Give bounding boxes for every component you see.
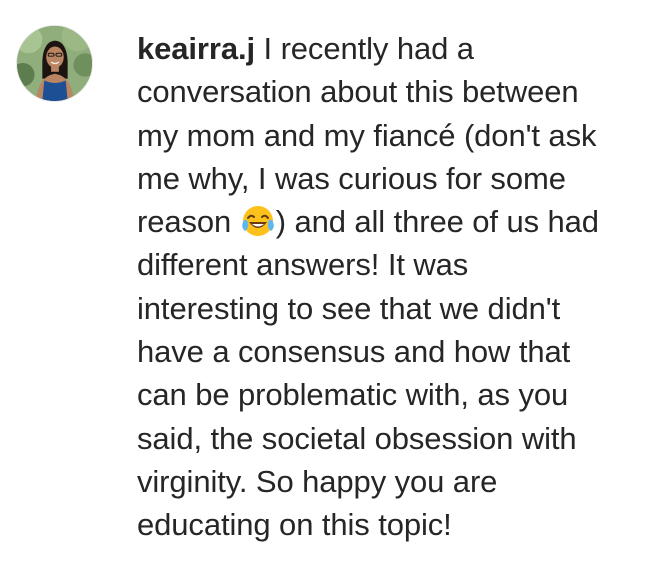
comment-text: said, the societal obsession with [137, 420, 577, 456]
comment-text: my mom and my fiancé (don't ask [137, 117, 597, 153]
comment-text: different answers! It was [137, 247, 469, 283]
comment-text: reason [137, 204, 232, 240]
comment-text: conversation about this between [137, 74, 579, 110]
comment-text: virginity. So happy you are [137, 463, 498, 499]
avatar[interactable] [16, 25, 93, 102]
comment-text: educating on this topic! [137, 507, 452, 543]
username-link[interactable]: keairra.j [137, 31, 255, 66]
comment-line: reason ) and all three of us had [137, 200, 657, 243]
comment-text: I recently had a [263, 31, 474, 66]
comment: keairra.j I recently had a conversation … [0, 0, 666, 566]
avatar-photo [17, 26, 92, 101]
comment-text: me why, I was curious for some [137, 160, 566, 196]
comment-text: interesting to see that we didn't [137, 290, 561, 326]
comment-text: have a consensus and how that [137, 334, 571, 370]
comment-text: ) and all three of us had [275, 204, 599, 240]
face-with-tears-of-joy-icon [241, 204, 275, 238]
comment-line: keairra.j I recently had a [137, 27, 657, 70]
comment-body: keairra.j I recently had a conversation … [137, 27, 657, 547]
comment-text: can be problematic with, as you [137, 377, 569, 413]
